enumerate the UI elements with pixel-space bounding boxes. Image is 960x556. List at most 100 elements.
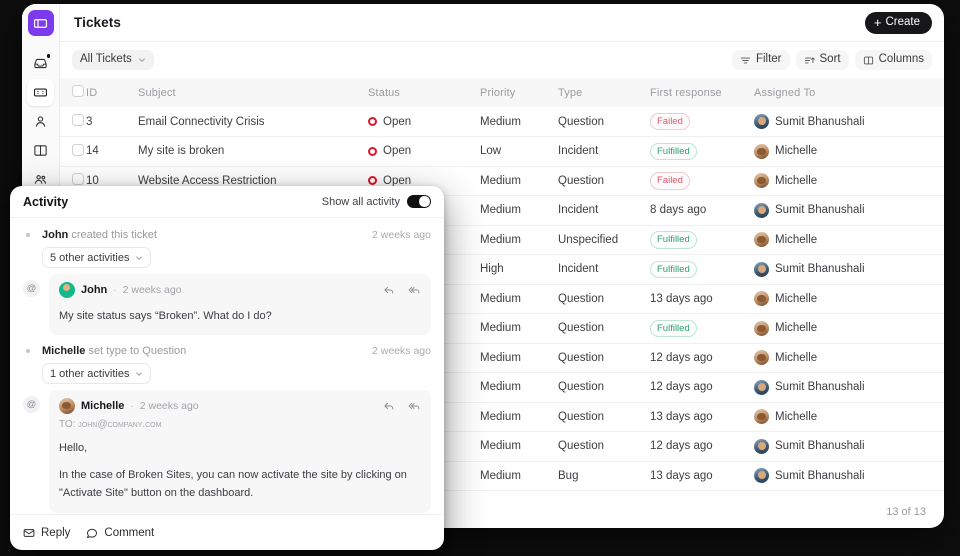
inbox-icon [33,56,48,71]
cell-subject[interactable]: Email Connectivity Crisis [138,107,368,137]
message-card: John·2 weeks agoMy site status says “Bro… [49,274,431,335]
columns-button-label: Columns [879,54,924,66]
message-time: 2 weeks ago [140,400,199,412]
cell-first-response: Fulfilled [650,225,754,255]
view-selector[interactable]: All Tickets [72,50,154,70]
column-header-id[interactable]: ID [86,78,138,107]
cell-priority: Medium [480,461,558,491]
cell-assigned-to: Michelle [754,284,944,314]
row-checkbox[interactable] [72,173,84,185]
app-logo[interactable] [28,10,54,36]
reply-all-arrow-icon[interactable] [408,400,421,412]
cell-type: Incident [558,255,650,285]
column-header-first-response[interactable]: First response [650,78,754,107]
status-open-icon [368,117,377,126]
sort-icon [804,55,815,66]
reply-arrow-icon[interactable] [383,284,395,296]
columns-button[interactable]: Columns [855,50,932,70]
avatar [754,321,769,336]
cell-type: Unspecified [558,225,650,255]
row-select-cell[interactable] [60,107,86,137]
cell-priority: Medium [480,314,558,344]
cell-priority: Medium [480,402,558,432]
avatar [59,398,75,414]
first-response-text: 13 days ago [650,411,713,423]
first-response-badge: Fulfilled [650,231,697,249]
cell-first-response: 12 days ago [650,373,754,403]
message-author: Michelle [81,400,124,412]
message-to-address: john@company.com [78,419,161,430]
cell-type: Question [558,432,650,462]
mention-icon: @ [23,280,40,297]
message-paragraph: In the case of Broken Sites, you can now… [59,466,421,502]
sidebar-item-tickets[interactable] [27,79,54,106]
comment-icon [86,527,98,539]
first-response-badge: Failed [650,172,690,190]
other-activities-toggle[interactable]: 5 other activities [42,247,151,268]
cell-assigned-to: Michelle [754,166,944,196]
assignee-name: Sumit Bhanushali [775,440,865,452]
cell-id: 3 [86,107,138,137]
sort-button-label: Sort [820,54,841,66]
people-icon [33,172,48,187]
cell-type: Incident [558,137,650,167]
column-header-status[interactable]: Status [368,78,480,107]
cell-first-response: 8 days ago [650,196,754,226]
avatar [754,350,769,365]
activity-action: created this ticket [68,229,157,241]
cell-type: Question [558,343,650,373]
book-icon [33,143,48,158]
other-activities-label: 1 other activities [50,368,129,380]
activity-event: John created this ticket2 weeks ago [23,227,431,243]
table-row[interactable]: 3Email Connectivity CrisisOpenMediumQues… [60,107,944,137]
sort-button[interactable]: Sort [796,50,849,70]
assignee-name: Michelle [775,322,817,334]
row-select-cell[interactable] [60,137,86,167]
avatar [59,282,75,298]
column-header-priority[interactable]: Priority [480,78,558,107]
create-button[interactable]: + Create [865,12,932,34]
activity-event-time: 2 weeks ago [372,345,431,357]
comment-button[interactable]: Comment [86,527,154,539]
select-all-header[interactable] [60,78,86,107]
select-all-checkbox[interactable] [72,85,84,97]
column-header-type[interactable]: Type [558,78,650,107]
cell-id: 14 [86,137,138,167]
show-all-activity-toggle[interactable] [407,195,431,209]
chevron-down-icon [135,254,143,262]
message-body: My site status says “Broken”. What do I … [59,307,421,325]
message-paragraph: Hello, [59,439,421,457]
message-time: 2 weeks ago [123,284,182,296]
reply-button[interactable]: Reply [23,527,70,539]
cell-type: Question [558,284,650,314]
ticket-icon [33,85,48,100]
filter-button[interactable]: Filter [732,50,790,70]
avatar [754,114,769,129]
row-checkbox[interactable] [72,144,84,156]
cell-priority: Medium [480,343,558,373]
sidebar-item-contacts[interactable] [27,108,54,135]
reply-arrow-icon[interactable] [383,400,395,412]
cell-priority: Medium [480,284,558,314]
cell-assigned-to: Michelle [754,225,944,255]
reply-all-arrow-icon[interactable] [408,284,421,296]
sidebar-item-knowledge-base[interactable] [27,137,54,164]
inbox-unread-dot [47,54,51,58]
message-author: John [81,284,107,296]
column-header-assigned-to[interactable]: Assigned To [754,78,944,107]
sidebar-item-inbox[interactable] [27,50,54,77]
row-checkbox[interactable] [72,114,84,126]
cell-subject[interactable]: My site is broken [138,137,368,167]
cell-priority: High [480,255,558,285]
assignee-name: Michelle [775,145,817,157]
activity-event-time: 2 weeks ago [372,229,431,241]
avatar [754,409,769,424]
create-button-label: Create [885,17,920,29]
other-activities-toggle[interactable]: 1 other activities [42,363,151,384]
status-label: Open [383,116,411,128]
table-row[interactable]: 14My site is brokenOpenLowIncidentFulfil… [60,137,944,167]
message-paragraph: My site status says “Broken”. What do I … [59,307,421,325]
mention-icon: @ [23,396,40,413]
column-header-subject[interactable]: Subject [138,78,368,107]
screen: Tickets + Create All Tickets [0,0,960,556]
